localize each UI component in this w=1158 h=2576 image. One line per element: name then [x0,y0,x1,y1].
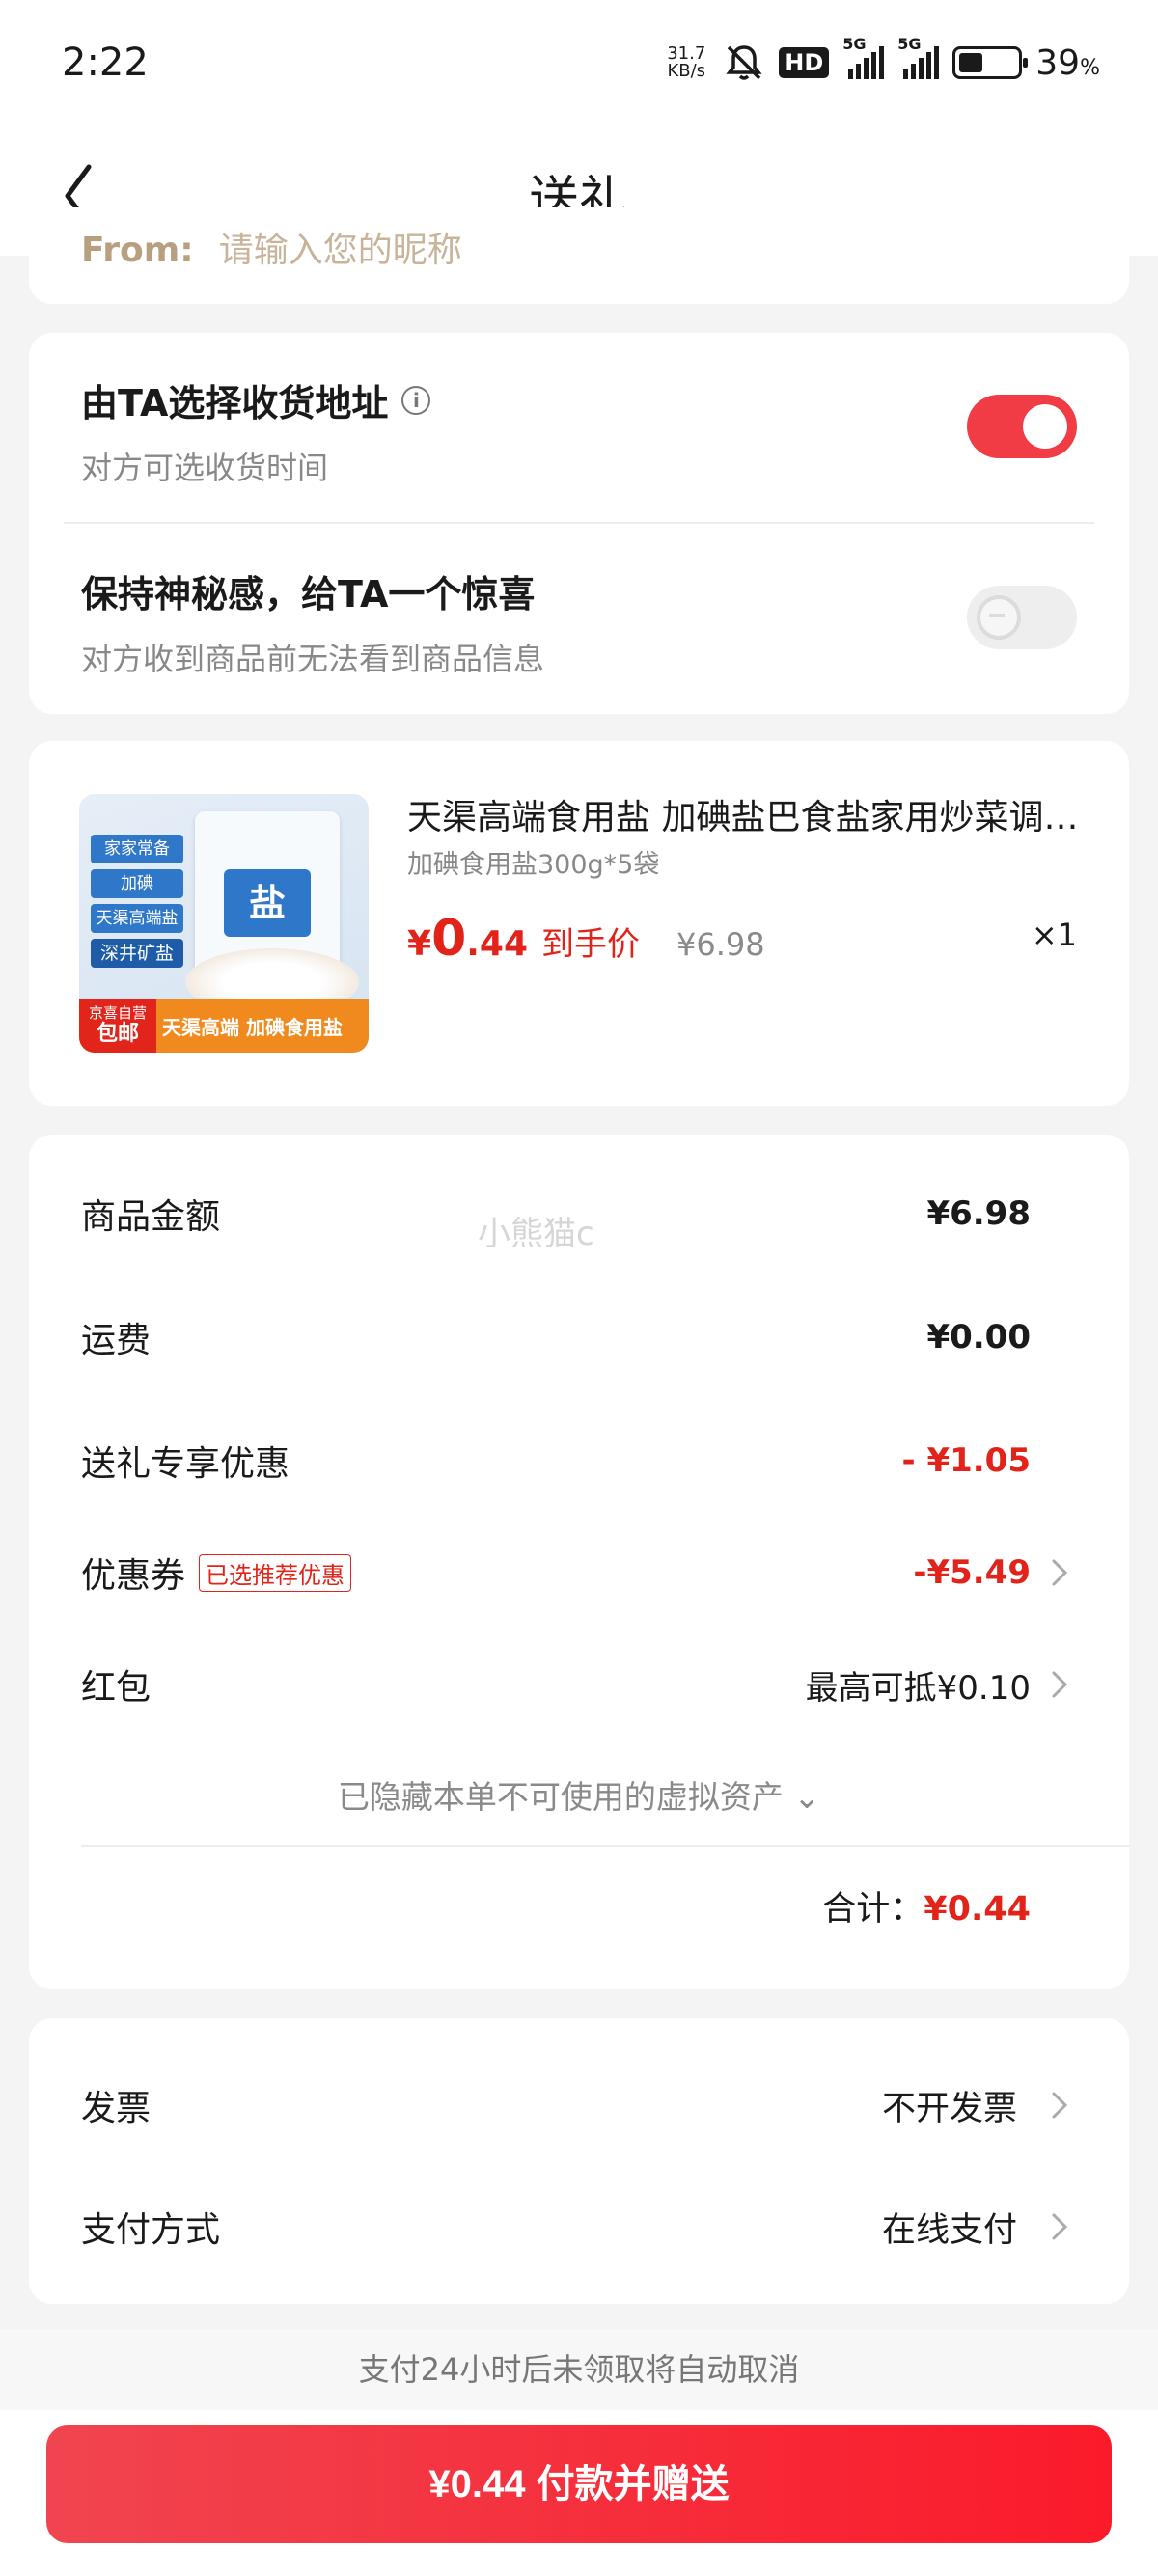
keep-mystery-title: 保持神秘感，给TA一个惊喜 [81,573,536,616]
battery-percent: 39% [1035,42,1100,83]
coupon-value: -¥5.49 [913,1553,1031,1592]
from-label: From: [81,231,194,270]
product-card[interactable]: 盐 家家常备 加碘 天渠高端盐 深井矿盐 京喜自营 包邮 天渠高端 加碘食用盐 … [29,741,1129,1106]
shipping-row: 运费 ¥0.00 [81,1308,1031,1366]
image-bottom-small: 京喜自营 [88,1004,147,1022]
coupon-badge: 已选推荐优惠 [199,1553,352,1592]
choose-address-title: 由TA选择收货地址 [81,382,389,425]
quantity: ×1 [1031,917,1077,953]
image-tag: 天渠高端盐 [91,904,183,933]
goods-amount-row: 商品金额 ¥6.98 [81,1185,1031,1243]
final-price-label: 到手价 [541,925,641,964]
gift-discount-label: 送礼专享优惠 [81,1444,290,1484]
payment-method-value: 在线支付 [881,2210,1017,2250]
price-line: ¥0.44 到手价 ¥6.98 [407,910,765,968]
nickname-placeholder: 请输入您的昵称 [218,231,462,270]
red-packet-value: 最高可抵¥0.10 [805,1668,1031,1708]
keep-mystery-subtitle: 对方收到商品前无法看到商品信息 [81,641,545,677]
pay-and-gift-button[interactable]: ¥0.44 付款并赠送 [46,2425,1112,2543]
divider [81,1845,1129,1847]
mute-icon [726,45,762,80]
payment-method-row[interactable]: 支付方式 在线支付 [81,2198,1017,2256]
chevron-right-icon[interactable] [1044,2207,1073,2246]
shipping-value: ¥0.00 [926,1318,1031,1357]
chevron-right-icon[interactable] [1044,1665,1073,1704]
from-card: From: 请输入您的昵称 [29,207,1129,304]
image-tag: 加碘 [91,869,183,898]
chevron-right-icon[interactable] [1044,2086,1073,2124]
order-summary-card: 小熊猫c 商品金额 ¥6.98 运费 ¥0.00 送礼专享优惠 - ¥1.05 … [29,1135,1129,1989]
signal-icon: 5G [897,35,940,79]
hd-icon: HD [779,47,830,78]
choose-address-subtitle: 对方可选收货时间 [81,450,329,486]
product-title: 天渠高端食用盐 加碘盐巴食盐家用炒菜调味盐 [407,798,1102,837]
signal-label: 5G [842,35,867,53]
hidden-assets-toggle[interactable]: 已隐藏本单不可使用的虚拟资产 ⌄ [29,1771,1129,1818]
coupon-row[interactable]: 优惠券 已选推荐优惠 -¥5.49 [81,1544,1031,1602]
image-bottom-strip: 京喜自营 包邮 天渠高端 加碘食用盐 [79,999,369,1053]
invoice-payment-card: 发票 不开发票 支付方式 在线支付 [29,2018,1129,2304]
product-spec: 加碘食用盐300g*5袋 [407,850,660,880]
status-icons: 31.7 KB/s HD 5G 5G 39% [663,35,1100,87]
choose-address-row: 由TA选择收货地址 i [81,373,431,426]
keep-mystery-toggle[interactable] [967,586,1077,649]
image-tag: 家家常备 [91,835,183,863]
signal-icon: 5G [842,35,885,79]
total-label: 合计： [822,1890,924,1929]
shipping-label: 运费 [81,1321,152,1360]
red-packet-row[interactable]: 红包 最高可抵¥0.10 [81,1656,1031,1713]
status-time: 2:22 [62,41,149,85]
image-bottom-text: 天渠高端 加碘食用盐 [162,1016,343,1039]
image-tag: 深井矿盐 [91,939,183,968]
bag-label: 盐 [224,869,311,937]
goods-amount-value: ¥6.98 [926,1194,1031,1233]
total-row: 合计：¥0.44 [822,1881,1031,1931]
goods-amount-label: 商品金额 [81,1197,221,1237]
info-icon[interactable]: i [401,385,431,415]
network-speed: 31.7 KB/s [663,45,709,80]
gift-options-card: 由TA选择收货地址 i 对方可选收货时间 保持神秘感，给TA一个惊喜 对方收到商… [29,333,1129,714]
payment-method-label: 支付方式 [81,2210,221,2250]
final-price: ¥0.44 [407,910,529,968]
auto-cancel-notice: 支付24小时后未领取将自动取消 [0,2329,1158,2410]
network-speed-unit: KB/s [667,61,706,81]
status-bar: 2:22 31.7 KB/s HD 5G 5G 39% [0,0,1158,130]
coupon-label-group: 优惠券 已选推荐优惠 [81,1548,352,1598]
invoice-value: 不开发票 [881,2089,1017,2128]
invoice-label: 发票 [81,2089,152,2128]
product-image: 盐 家家常备 加碘 天渠高端盐 深井矿盐 京喜自营 包邮 天渠高端 加碘食用盐 [79,794,369,1053]
gift-discount-row: 送礼专享优惠 - ¥1.05 [81,1432,1031,1490]
divider [64,522,1094,524]
image-bottom-big: 包邮 [96,1022,139,1046]
choose-address-toggle[interactable] [967,395,1077,458]
image-bottom-badge: 京喜自营 包邮 [79,999,156,1053]
original-price: ¥6.98 [676,926,765,963]
invoice-row[interactable]: 发票 不开发票 [81,2076,1017,2134]
coupon-label: 优惠券 [81,1556,186,1596]
red-packet-label: 红包 [81,1668,152,1708]
signal-label: 5G [897,35,922,53]
checkout-footer: 支付24小时后未领取将自动取消 ¥0.44 付款并赠送 [0,2329,1158,2576]
battery-icon [952,46,1029,79]
chevron-right-icon[interactable] [1044,1553,1073,1592]
from-field[interactable]: From: 请输入您的昵称 [81,222,462,272]
total-value: ¥0.44 [924,1890,1031,1929]
gift-discount-value: - ¥1.05 [901,1441,1032,1480]
